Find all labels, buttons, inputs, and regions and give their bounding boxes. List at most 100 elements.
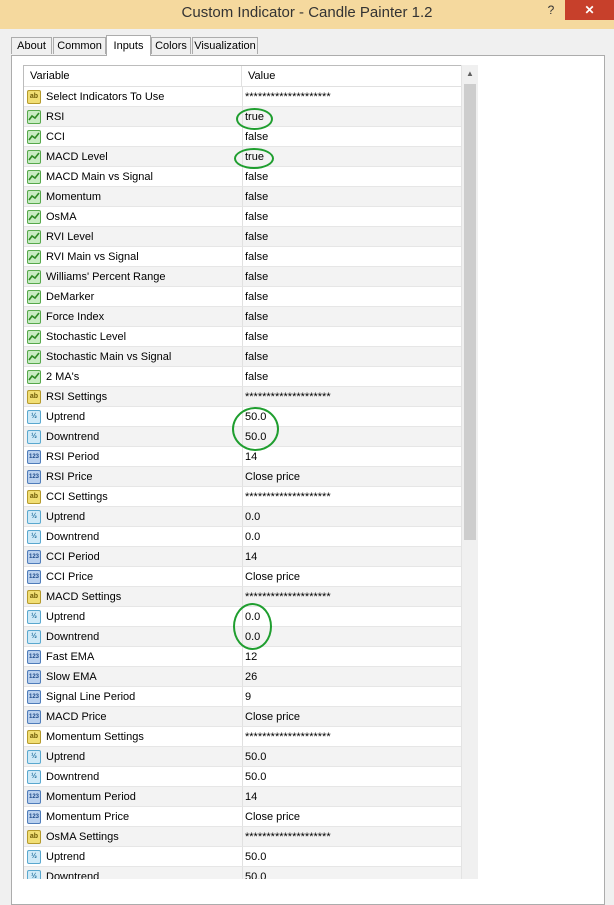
column-divider [242,767,243,786]
variable-value[interactable]: false [245,207,268,226]
table-row[interactable]: Williams' Percent Range false [24,267,471,287]
table-row[interactable]: ab RSI Settings ******************** [24,387,471,407]
variable-value[interactable]: 50.0 [245,847,266,866]
table-row[interactable]: 123 CCI Price Close price [24,567,471,587]
variable-value[interactable]: false [245,227,268,246]
variable-value[interactable]: ******************** [245,87,331,106]
help-button[interactable]: ? [541,0,561,20]
table-row[interactable]: MACD Main vs Signal false [24,167,471,187]
boolean-type-icon [27,170,41,184]
variable-value[interactable]: 26 [245,667,257,686]
table-row[interactable]: DeMarker false [24,287,471,307]
tab-common[interactable]: Common [53,37,106,54]
table-row[interactable]: 123 Fast EMA 12 [24,647,471,667]
variable-value[interactable]: Close price [245,467,300,486]
variable-value[interactable]: ******************** [245,487,331,506]
boolean-type-icon [27,110,41,124]
double-type-icon: ½ [27,430,41,444]
table-row[interactable]: CCI false [24,127,471,147]
variable-name: Momentum Price [46,811,130,823]
variable-name: MACD Settings [46,591,122,603]
variable-value[interactable]: 50.0 [245,867,266,879]
variable-value[interactable]: ******************** [245,727,331,746]
table-row[interactable]: ab Select Indicators To Use **************… [24,87,471,107]
variable-name: MACD Level [46,151,108,163]
table-row[interactable]: Momentum false [24,187,471,207]
tab-visualization[interactable]: Visualization [192,37,258,54]
double-type-icon: ½ [27,750,41,764]
variable-value[interactable]: false [245,267,268,286]
table-row[interactable]: ½ Uptrend 0.0 [24,507,471,527]
variable-name: Downtrend [46,771,100,783]
table-row[interactable]: ½ Downtrend 50.0 [24,867,471,879]
string-type-icon: ab [27,590,41,604]
scrollbar-thumb[interactable] [464,84,476,540]
tab-about[interactable]: About [11,37,52,54]
string-type-icon: ab [27,90,41,104]
variable-value[interactable]: ******************** [245,387,331,406]
variable-name: CCI Period [46,551,100,563]
variable-value[interactable]: Close price [245,807,300,826]
tab-colors[interactable]: Colors [151,37,191,54]
table-row[interactable]: ½ Uptrend 50.0 [24,847,471,867]
table-row[interactable]: 2 MA's false [24,367,471,387]
integer-type-icon: 123 [27,650,41,664]
variable-value[interactable]: false [245,167,268,186]
variable-value[interactable]: 9 [245,687,251,706]
table-row[interactable]: ½ Downtrend 0.0 [24,527,471,547]
table-row[interactable]: 123 Signal Line Period 9 [24,687,471,707]
table-row[interactable]: 123 Momentum Price Close price [24,807,471,827]
table-row[interactable]: 123 MACD Price Close price [24,707,471,727]
table-row[interactable]: ½ Downtrend 50.0 [24,767,471,787]
table-row[interactable]: Force Index false [24,307,471,327]
column-divider [242,507,243,526]
variable-value[interactable]: false [245,287,268,306]
variable-value[interactable]: 0.0 [245,507,260,526]
integer-type-icon: 123 [27,690,41,704]
variable-value[interactable]: false [245,367,268,386]
table-row[interactable]: 123 Momentum Period 14 [24,787,471,807]
variable-value[interactable]: ******************** [245,827,331,846]
table-row[interactable]: ab OsMA Settings ******************** [24,827,471,847]
double-type-icon: ½ [27,630,41,644]
vertical-scrollbar[interactable]: ▲ [461,65,478,879]
variable-value[interactable]: false [245,247,268,266]
variable-value[interactable]: 50.0 [245,767,266,786]
table-row[interactable]: Stochastic Level false [24,327,471,347]
column-divider [242,747,243,766]
tab-inputs[interactable]: Inputs [106,35,151,56]
integer-type-icon: 123 [27,570,41,584]
variable-value[interactable]: false [245,347,268,366]
column-header-variable[interactable]: Variable [24,66,242,86]
variable-value[interactable]: 50.0 [245,747,266,766]
table-row[interactable]: 123 CCI Period 14 [24,547,471,567]
variable-value[interactable]: 14 [245,787,257,806]
column-divider [242,247,243,266]
variable-value[interactable]: false [245,187,268,206]
column-divider [242,227,243,246]
variable-value[interactable]: Close price [245,567,300,586]
table-row[interactable]: OsMA false [24,207,471,227]
string-type-icon: ab [27,490,41,504]
table-row[interactable]: 123 Slow EMA 26 [24,667,471,687]
variable-value[interactable]: false [245,327,268,346]
table-row[interactable]: RVI Level false [24,227,471,247]
table-row[interactable]: ab CCI Settings ******************** [24,487,471,507]
table-row[interactable]: RVI Main vs Signal false [24,247,471,267]
column-divider [242,587,243,606]
table-row[interactable]: Stochastic Main vs Signal false [24,347,471,367]
table-row[interactable]: 123 RSI Price Close price [24,467,471,487]
scroll-up-arrow-icon[interactable]: ▲ [462,65,478,82]
column-header-value[interactable]: Value [242,66,471,86]
column-divider [242,347,243,366]
variable-value[interactable]: false [245,307,268,326]
variable-value[interactable]: Close price [245,707,300,726]
variable-value[interactable]: 0.0 [245,527,260,546]
table-row[interactable]: ab Momentum Settings ******************** [24,727,471,747]
close-button[interactable]: ✕ [565,0,614,20]
variable-name: Signal Line Period [46,691,136,703]
table-row[interactable]: ½ Uptrend 50.0 [24,747,471,767]
column-divider [242,187,243,206]
variable-value[interactable]: 14 [245,547,257,566]
boolean-type-icon [27,150,41,164]
